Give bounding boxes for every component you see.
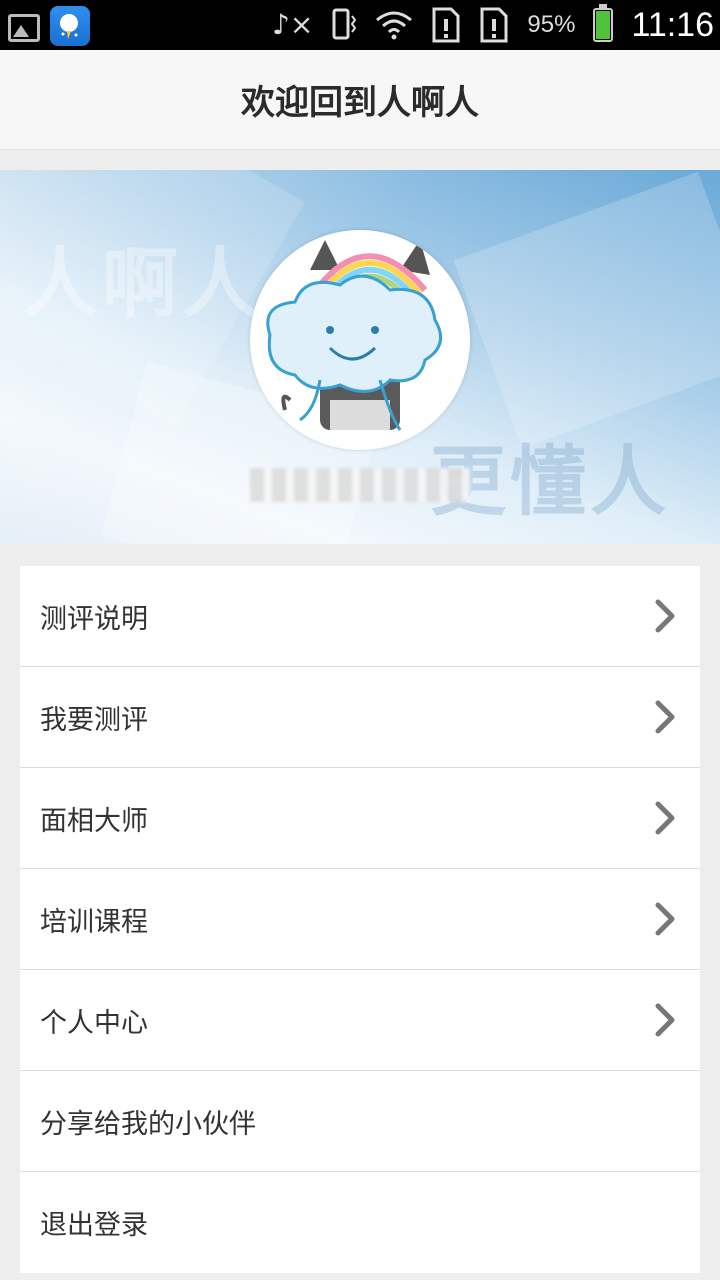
status-bar-right: ♪× 95% 11:16 [272,0,714,50]
page-title: 欢迎回到人啊人 [241,83,479,123]
menu-item-label: 退出登录 [40,1210,148,1241]
chevron-right-icon [650,1000,680,1040]
menu-item-take-evaluation[interactable]: 我要测评 [20,667,700,768]
chevron-right-icon [650,596,680,636]
menu-item-training-courses[interactable]: 培训课程 [20,869,700,970]
weather-app-icon [50,6,90,46]
app-header: 欢迎回到人啊人 [0,50,720,150]
clock: 11:16 [631,5,714,44]
chevron-right-icon [650,697,680,737]
menu-item-logout[interactable]: 退出登录 [20,1172,700,1273]
avatar[interactable] [250,230,470,450]
menu-item-label: 测评说明 [40,603,148,635]
menu-item-label: 分享给我的小伙伴 [40,1108,256,1140]
menu-item-share[interactable]: 分享给我的小伙伴 [20,1071,700,1172]
username-blurred [250,468,470,502]
vibrate-icon [332,8,357,40]
chevron-right-icon [650,798,680,838]
menu-item-label: 我要测评 [40,704,148,736]
menu-item-label: 培训课程 [40,906,148,938]
main-menu: 测评说明 我要测评 面相大师 培训课程 个人中心 分享给我的小伙伴 退出登录 [20,566,700,1273]
status-bar: ♪× 95% 11:16 [0,0,720,50]
battery-percent: 95% [527,11,576,38]
sim-alert-icon [480,7,508,43]
banner-watermark-left: 人啊人 [22,239,262,328]
avatar-cloud-cat-image [266,240,443,431]
sim-alert-icon [432,7,460,43]
profile-banner: 人啊人 更懂人 [0,170,720,544]
menu-item-face-master[interactable]: 面相大师 [20,768,700,869]
status-bar-left [8,6,90,46]
menu-item-label: 面相大师 [40,805,148,837]
music-muted-icon: ♪× [272,8,314,41]
menu-item-personal-center[interactable]: 个人中心 [20,970,700,1071]
menu-item-evaluation-guide[interactable]: 测评说明 [20,566,700,667]
menu-item-label: 个人中心 [40,1007,148,1039]
battery-icon [593,4,614,42]
wifi-icon [376,11,413,40]
battery-fill [596,10,611,39]
banner-facet [453,171,720,449]
chevron-right-icon [650,899,680,939]
image-icon [8,14,40,42]
